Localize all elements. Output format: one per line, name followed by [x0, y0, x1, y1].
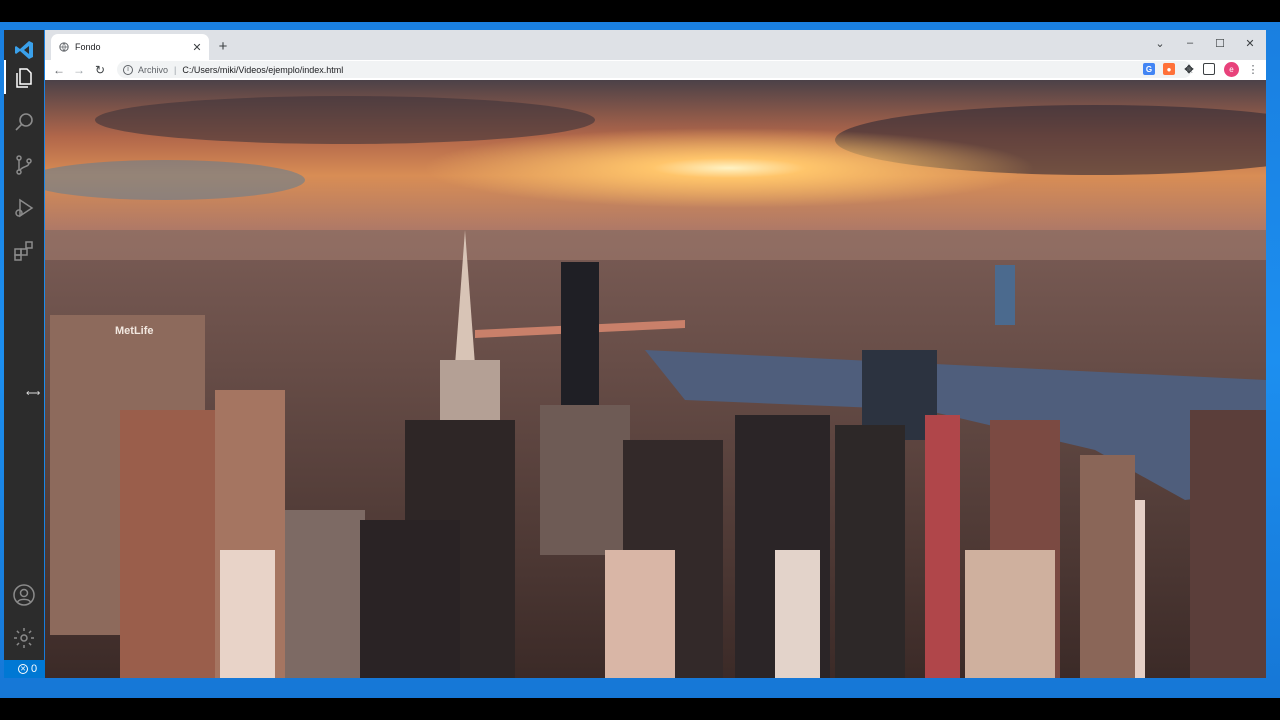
- close-window-button[interactable]: ✕: [1239, 34, 1261, 52]
- account-icon[interactable]: [4, 575, 44, 615]
- profile-avatar[interactable]: e: [1224, 62, 1239, 77]
- reload-icon[interactable]: ↻: [92, 62, 108, 78]
- tab-search-dropdown-icon[interactable]: ⌄: [1149, 34, 1171, 52]
- translate-extension-icon[interactable]: G: [1143, 63, 1155, 75]
- metlife-sign-text: MetLife: [115, 325, 154, 337]
- globe-icon: [59, 42, 69, 52]
- vscode-activity-bar: ⟷: [4, 30, 44, 678]
- search-icon[interactable]: [4, 102, 44, 142]
- run-debug-icon[interactable]: [4, 188, 44, 228]
- tab-strip: Fondo ✕ + ⌄ – ☐ ✕: [45, 30, 1266, 60]
- error-count: 0: [31, 663, 38, 675]
- screen: ⟷ ✕ 0 Fondo ✕ + ⌄ – ☐ ✕ ← → ↻ i Archivo …: [0, 0, 1280, 720]
- page-viewport: MetLife: [45, 80, 1266, 678]
- puzzle-extensions-icon[interactable]: ✥: [1183, 63, 1195, 76]
- url-text[interactable]: C:/Users/miki/Videos/ejemplo/index.html: [182, 65, 343, 75]
- tab-close-icon[interactable]: ✕: [189, 39, 205, 55]
- more-menu-icon[interactable]: ⋮: [1247, 62, 1259, 77]
- address-separator: |: [174, 64, 177, 75]
- maximize-button[interactable]: ☐: [1209, 34, 1231, 52]
- minimize-button[interactable]: –: [1179, 34, 1201, 52]
- address-bar[interactable]: i Archivo | C:/Users/miki/Videos/ejemplo…: [117, 61, 1194, 78]
- source-control-icon[interactable]: [4, 145, 44, 185]
- forward-arrow-icon[interactable]: →: [71, 62, 87, 78]
- error-icon: ✕: [18, 664, 28, 674]
- back-arrow-icon[interactable]: ←: [51, 62, 67, 78]
- new-tab-button[interactable]: +: [215, 38, 231, 54]
- problems-indicator[interactable]: ✕ 0: [18, 662, 37, 676]
- files-icon[interactable]: [4, 58, 44, 98]
- extension-icon[interactable]: ●: [1163, 63, 1175, 75]
- city-skyline-background: MetLife: [45, 80, 1266, 678]
- tab-title: Fondo: [75, 42, 101, 52]
- info-icon[interactable]: i: [123, 64, 133, 75]
- tab-fondo[interactable]: Fondo ✕: [51, 34, 209, 60]
- extensions-icon[interactable]: [4, 231, 44, 271]
- resize-arrows-icon[interactable]: ⟷: [26, 388, 40, 399]
- browser-toolbar: ← → ↻ i Archivo | C:/Users/miki/Videos/e…: [45, 60, 1266, 80]
- settings-gear-icon[interactable]: [4, 618, 44, 658]
- browser-window: Fondo ✕ + ⌄ – ☐ ✕ ← → ↻ i Archivo | C:/U…: [45, 30, 1266, 678]
- side-panel-icon[interactable]: [1203, 63, 1215, 75]
- letterbox-bottom: [0, 698, 1280, 720]
- scheme-label: Archivo: [138, 64, 169, 75]
